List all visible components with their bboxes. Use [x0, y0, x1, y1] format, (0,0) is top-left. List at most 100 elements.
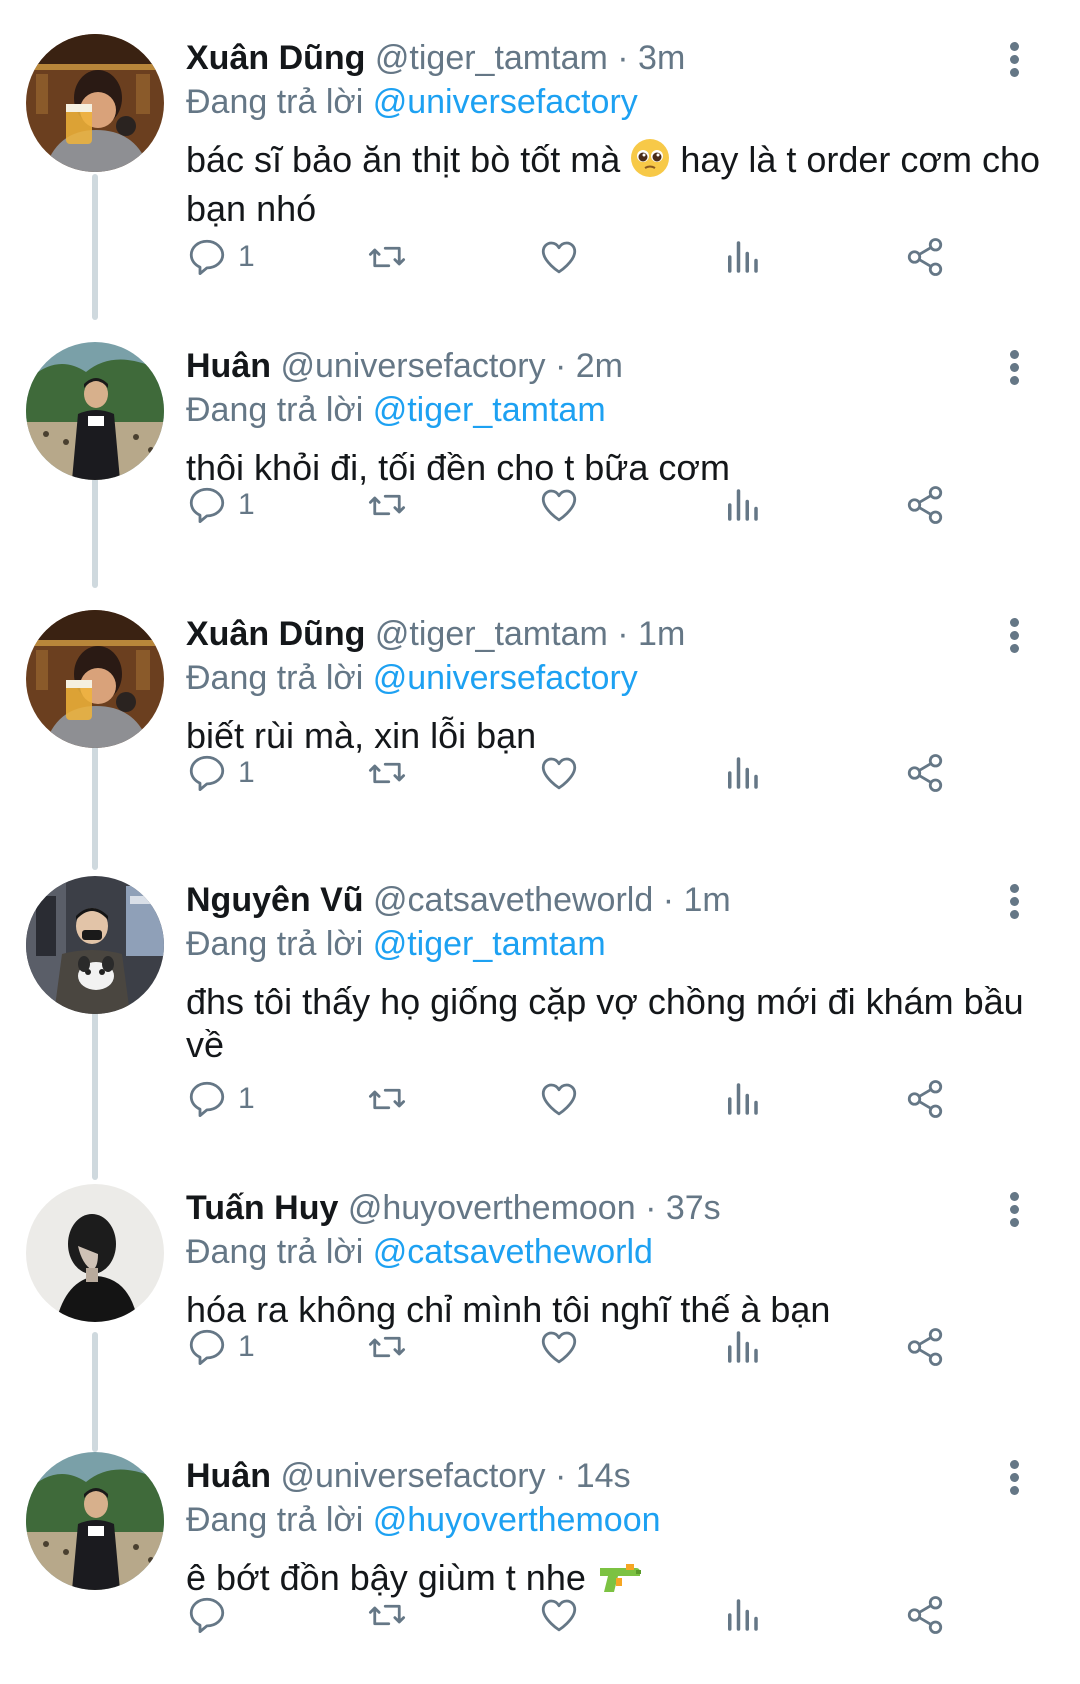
- tweet-actions: 1: [186, 748, 1046, 798]
- share-button[interactable]: [904, 748, 946, 798]
- separator-dot: ·: [645, 1189, 657, 1227]
- username[interactable]: @tiger_tamtam: [375, 615, 608, 653]
- username[interactable]: @tiger_tamtam: [375, 39, 608, 77]
- analytics-icon: [728, 1599, 758, 1631]
- more-vertical-icon[interactable]: [1004, 42, 1024, 78]
- display-name[interactable]: Huân: [186, 347, 271, 385]
- avatar-tuan-huy[interactable]: [26, 1184, 164, 1322]
- retweet-button[interactable]: [366, 1074, 408, 1124]
- tweet[interactable]: Huân @universefactory · 14s Đang trả lời…: [0, 1418, 1080, 1684]
- replying-to-label: Đang trả lời: [186, 1501, 364, 1539]
- display-name[interactable]: Tuấn Huy: [186, 1189, 338, 1227]
- avatar-huan[interactable]: [26, 342, 164, 480]
- retweet-button[interactable]: [366, 232, 408, 282]
- display-name[interactable]: Nguyên Vũ: [186, 881, 364, 919]
- tweet[interactable]: Huân @universefactory · 2m Đang trả lời …: [0, 308, 1080, 574]
- tweet-header: Huân @universefactory · 2m: [186, 344, 970, 388]
- retweet-icon: [368, 762, 406, 784]
- like-button[interactable]: [538, 1590, 580, 1640]
- analytics-button[interactable]: [721, 1590, 763, 1640]
- retweet-icon: [368, 1336, 406, 1358]
- retweet-icon: [368, 494, 406, 516]
- reply-thread: Xuân Dũng @tiger_tamtam · 3m Đang trả lờ…: [0, 0, 1080, 1683]
- more-vertical-icon[interactable]: [1004, 618, 1024, 654]
- separator-dot: ·: [554, 1457, 567, 1495]
- reply-button[interactable]: 1: [186, 1322, 255, 1372]
- reply-button[interactable]: 1: [186, 748, 255, 798]
- retweet-button[interactable]: [366, 480, 408, 530]
- share-button[interactable]: [904, 1590, 946, 1640]
- reply-button[interactable]: 1: [186, 1074, 255, 1124]
- avatar-xuan-dung[interactable]: [26, 610, 164, 748]
- like-button[interactable]: [538, 1074, 580, 1124]
- more-vertical-icon[interactable]: [1004, 884, 1024, 920]
- mention-link[interactable]: @universefactory: [373, 659, 638, 697]
- like-button[interactable]: [538, 480, 580, 530]
- avatar-xuan-dung[interactable]: [26, 34, 164, 172]
- display-name[interactable]: Xuân Dũng: [186, 615, 365, 653]
- replying-to: Đang trả lời @universefactory: [186, 80, 638, 124]
- replying-to-label: Đang trả lời: [186, 83, 364, 121]
- tweet-text-part: đhs tôi thấy họ giống cặp vợ chồng mới đ…: [186, 981, 1024, 1065]
- reply-button[interactable]: 1: [186, 480, 255, 530]
- reply-count: 1: [238, 1330, 255, 1363]
- avatar-huan[interactable]: [26, 1452, 164, 1590]
- retweet-button[interactable]: [366, 748, 408, 798]
- like-button[interactable]: [538, 232, 580, 282]
- display-name[interactable]: Huân: [186, 1457, 271, 1495]
- avatar-nguyen-vu[interactable]: [26, 876, 164, 1014]
- username[interactable]: @universefactory: [280, 347, 545, 385]
- analytics-icon: [728, 1083, 758, 1115]
- analytics-button[interactable]: [721, 1322, 763, 1372]
- reply-button[interactable]: [186, 1590, 238, 1640]
- share-button[interactable]: [904, 232, 946, 282]
- analytics-button[interactable]: [721, 232, 763, 282]
- timestamp[interactable]: 14s: [576, 1457, 631, 1495]
- timestamp[interactable]: 1m: [683, 881, 730, 919]
- share-button[interactable]: [904, 1322, 946, 1372]
- tweet-header: Xuân Dũng @tiger_tamtam · 1m: [186, 612, 970, 656]
- timestamp[interactable]: 3m: [638, 39, 685, 77]
- tweet-text: đhs tôi thấy họ giống cặp vợ chồng mới đ…: [186, 980, 1046, 1066]
- mention-link[interactable]: @huyoverthemoon: [373, 1501, 661, 1539]
- timestamp[interactable]: 37s: [666, 1189, 721, 1227]
- more-vertical-icon[interactable]: [1004, 1192, 1024, 1228]
- replying-to: Đang trả lời @universefactory: [186, 656, 638, 700]
- mention-link[interactable]: @universefactory: [373, 83, 638, 121]
- display-name[interactable]: Xuân Dũng: [186, 39, 365, 77]
- separator-dot: ·: [617, 39, 629, 77]
- tweet[interactable]: Tuấn Huy @huyoverthemoon · 37s Đang trả …: [0, 1150, 1080, 1416]
- retweet-button[interactable]: [366, 1322, 408, 1372]
- tweet-actions: 1: [186, 1322, 1046, 1372]
- tweet-actions: [186, 1590, 1046, 1640]
- username[interactable]: @universefactory: [280, 1457, 545, 1495]
- heart-icon: [541, 489, 577, 522]
- analytics-button[interactable]: [721, 1074, 763, 1124]
- analytics-button[interactable]: [721, 748, 763, 798]
- more-vertical-icon[interactable]: [1004, 350, 1024, 386]
- more-vertical-icon[interactable]: [1004, 1460, 1024, 1496]
- reply-icon: [189, 1081, 225, 1118]
- tweet[interactable]: Xuân Dũng @tiger_tamtam · 3m Đang trả lờ…: [0, 0, 1080, 276]
- mention-link[interactable]: @tiger_tamtam: [373, 391, 606, 429]
- tweet[interactable]: Xuân Dũng @tiger_tamtam · 1m Đang trả lờ…: [0, 576, 1080, 842]
- mention-link[interactable]: @tiger_tamtam: [373, 925, 606, 963]
- reply-button[interactable]: 1: [186, 232, 255, 282]
- like-button[interactable]: [538, 1322, 580, 1372]
- like-button[interactable]: [538, 748, 580, 798]
- retweet-button[interactable]: [366, 1590, 408, 1640]
- analytics-button[interactable]: [721, 480, 763, 530]
- share-button[interactable]: [904, 1074, 946, 1124]
- tweet[interactable]: Nguyên Vũ @catsavetheworld · 1m Đang trả…: [0, 842, 1080, 1118]
- share-icon: [907, 1328, 943, 1366]
- share-button[interactable]: [904, 480, 946, 530]
- username[interactable]: @huyoverthemoon: [348, 1189, 636, 1227]
- timestamp[interactable]: 2m: [576, 347, 623, 385]
- username[interactable]: @catsavetheworld: [373, 881, 653, 919]
- tweet-header: Xuân Dũng @tiger_tamtam · 3m: [186, 36, 970, 80]
- mention-link[interactable]: @catsavetheworld: [373, 1233, 653, 1271]
- timestamp[interactable]: 1m: [638, 615, 685, 653]
- share-icon: [907, 1080, 943, 1118]
- reply-icon: [189, 1329, 225, 1366]
- separator-dot: ·: [662, 881, 675, 919]
